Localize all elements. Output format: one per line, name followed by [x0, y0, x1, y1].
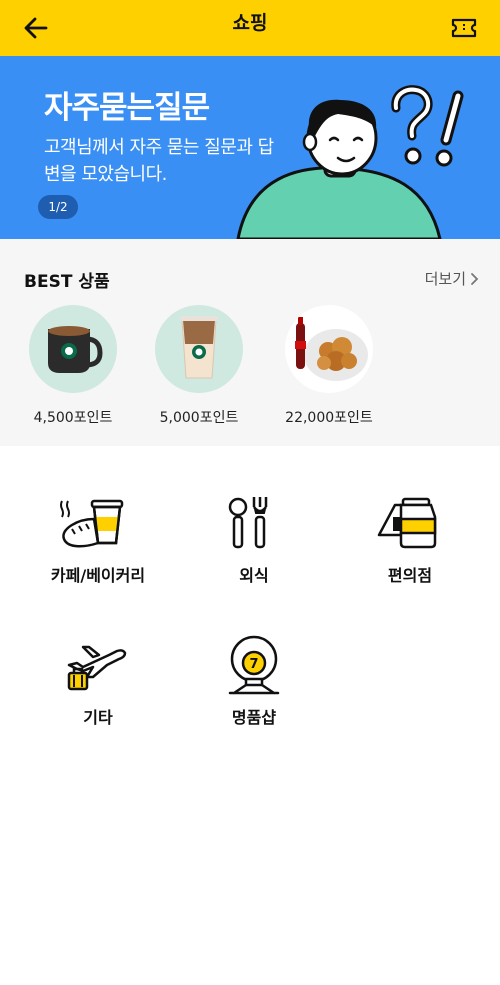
- lottery-ball-icon: 7: [214, 634, 294, 696]
- iced-latte-image: [180, 316, 218, 379]
- coupon-ticket-icon: [451, 18, 477, 38]
- product-card[interactable]: 5,000포인트: [139, 305, 259, 427]
- best-products-section: BEST 상품 더보기 4,500포인트 5,000포인트 22,000포인트: [0, 239, 500, 446]
- product-image-hot-coffee: [29, 305, 117, 393]
- product-price: 22,000포인트: [285, 410, 373, 426]
- category-label: 편의점: [387, 566, 433, 585]
- category-cafe-bakery[interactable]: 카페/베이커리: [18, 492, 178, 586]
- product-card[interactable]: 4,500포인트: [13, 305, 133, 427]
- category-label: 명품샵: [231, 708, 277, 727]
- more-label: 더보기: [424, 270, 466, 288]
- confused-person-illustration: [236, 85, 464, 239]
- product-image-iced-latte: [155, 305, 243, 393]
- more-link[interactable]: 더보기: [425, 268, 480, 289]
- convenience-store-food-icon: [370, 492, 450, 554]
- category-label: 외식: [239, 566, 269, 585]
- product-price: 4,500포인트: [33, 410, 113, 426]
- faq-banner[interactable]: 자주묻는질문 고객님께서 자주 묻는 질문과 답변을 모았습니다. 1/2: [0, 56, 500, 239]
- coffee-cup-bread-icon: [58, 492, 138, 554]
- product-price: 5,000포인트: [159, 410, 239, 426]
- airplane-luggage-icon: [58, 634, 138, 696]
- coupon-button[interactable]: [446, 10, 482, 46]
- category-label: 기타: [83, 708, 113, 727]
- fork-spoon-icon: [214, 492, 294, 554]
- coffee-mug-image: [48, 326, 103, 373]
- category-etc[interactable]: 기타: [18, 634, 178, 728]
- page-title: 쇼핑: [232, 12, 268, 34]
- svg-text:7: 7: [249, 657, 258, 672]
- category-luxury-shop[interactable]: 7 명품샵: [174, 634, 334, 728]
- chicken-and-cola-image: [295, 317, 368, 381]
- product-card[interactable]: 22,000포인트: [269, 305, 389, 427]
- category-label: 카페/베이커리: [50, 566, 146, 585]
- banner-page-indicator: 1/2: [38, 195, 78, 219]
- chevron-right-icon: [471, 272, 479, 285]
- banner-title: 자주묻는질문: [44, 90, 210, 126]
- best-section-title: BEST 상품: [24, 272, 110, 292]
- app-bar: 쇼핑: [0, 0, 500, 56]
- category-dining[interactable]: 외식: [174, 492, 334, 586]
- product-image-chicken: [285, 305, 373, 393]
- category-convenience-store[interactable]: 편의점: [330, 492, 490, 586]
